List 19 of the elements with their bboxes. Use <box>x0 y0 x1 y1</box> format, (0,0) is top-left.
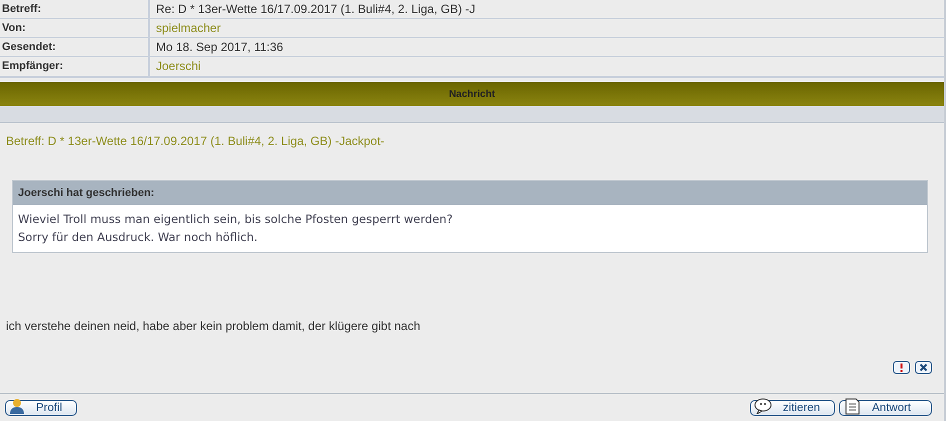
speech-bubble-icon <box>752 398 773 414</box>
field-label: Gesendet: <box>0 38 150 56</box>
quote-text: Sorry für den Ausdruck. War noch höflich. <box>18 229 259 246</box>
field-label: Von: <box>0 19 150 37</box>
field-label: Betreff: <box>0 0 150 18</box>
quote-author: Joerschi hat geschrieben: <box>13 181 927 205</box>
message-text: ich verstehe deinen neid, habe aber kein problem damit, der klügere gibt nach <box>6 319 422 333</box>
profile-button[interactable]: Profil <box>5 400 78 416</box>
field-value: Mo 18. Sep 2017, 11:36 <box>155 39 284 56</box>
report-icon[interactable] <box>893 361 910 374</box>
section-header: Nachricht <box>0 82 944 106</box>
quote-text: Wieviel Troll muss man eigentlich sein, bis solche Pfosten gesperrt werden? <box>18 211 454 228</box>
reply-button[interactable]: Antwort <box>839 400 932 416</box>
message-subject: Betreff: D * 13er-Wette 16/17.09.2017 (1. Buli#4, 2. Liga, GB) -Jackpot- <box>6 134 386 148</box>
delete-icon[interactable] <box>915 361 932 374</box>
field-value: Re: D * 13er-Wette 16/17.09.2017 (1. Buli#4, 2. Liga, GB) -J <box>155 1 476 18</box>
quote-button[interactable]: zitieren <box>750 400 835 416</box>
field-label: Empfänger: <box>0 57 150 76</box>
user-icon <box>8 396 26 414</box>
